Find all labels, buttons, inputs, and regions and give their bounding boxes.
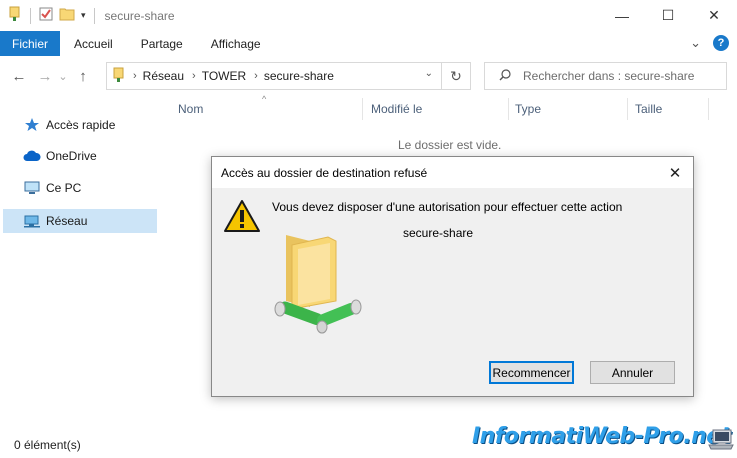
computer-icon xyxy=(23,180,41,196)
help-icon[interactable]: ? xyxy=(713,35,729,51)
network-icon xyxy=(23,213,41,229)
back-button[interactable]: ← xyxy=(8,68,30,85)
checkbox-properties-icon[interactable] xyxy=(39,7,53,24)
ribbon-tabs: Fichier Accueil Partage Affichage ⌄ ? xyxy=(0,31,737,56)
sidebar-item-label: OneDrive xyxy=(46,149,97,163)
column-header-name[interactable]: Nom xyxy=(178,102,203,116)
cancel-button[interactable]: Annuler xyxy=(590,361,675,384)
up-button[interactable]: ↑ xyxy=(72,68,94,85)
column-divider[interactable] xyxy=(708,98,709,120)
maximize-button[interactable]: ☐ xyxy=(645,0,691,31)
tab-file[interactable]: Fichier xyxy=(0,31,61,56)
navigation-bar: ← → ⌄ ↑ › Réseau › TOWER › secure-share … xyxy=(0,56,737,96)
sort-indicator-icon: ^ xyxy=(262,94,267,104)
breadcrumb-tower[interactable]: TOWER xyxy=(202,69,246,83)
retry-button[interactable]: Recommencer xyxy=(489,361,574,384)
breadcrumb-secure-share[interactable]: secure-share xyxy=(264,69,334,83)
navigation-pane: Accès rapide OneDrive Ce PC Réseau xyxy=(0,96,160,436)
sidebar-item-this-pc[interactable]: Ce PC xyxy=(3,176,157,200)
refresh-button[interactable]: ↻ xyxy=(442,62,471,90)
tab-share[interactable]: Partage xyxy=(127,31,197,56)
column-header-type[interactable]: Type xyxy=(515,102,541,116)
expand-ribbon-icon[interactable]: ⌄ xyxy=(690,35,701,51)
column-header-modified[interactable]: Modifié le xyxy=(371,102,422,116)
search-icon xyxy=(499,68,511,84)
tab-home[interactable]: Accueil xyxy=(60,31,127,56)
watermark-text: InformatiWeb-Pro.net xyxy=(472,424,731,449)
column-header-size[interactable]: Taille xyxy=(635,102,662,116)
column-divider[interactable] xyxy=(627,98,628,120)
laptop-logo-icon xyxy=(707,428,735,455)
dialog-close-button[interactable]: ✕ xyxy=(657,157,693,188)
toolbar-divider xyxy=(93,7,95,24)
access-denied-dialog: Accès au dossier de destination refusé ✕… xyxy=(211,156,694,397)
breadcrumb-separator: › xyxy=(254,70,258,82)
sidebar-item-quick-access[interactable]: Accès rapide xyxy=(3,113,157,137)
cloud-icon xyxy=(23,148,41,164)
empty-folder-message: Le dossier est vide. xyxy=(398,138,502,152)
network-folder-icon xyxy=(113,67,125,86)
toolbar-divider xyxy=(30,7,31,24)
warning-icon xyxy=(223,199,261,236)
column-divider[interactable] xyxy=(362,98,363,120)
properties-icon[interactable] xyxy=(8,6,22,25)
network-share-icon xyxy=(270,229,370,347)
sidebar-item-label: Accès rapide xyxy=(46,118,116,132)
ribbon-right-controls: ⌄ ? xyxy=(690,35,729,51)
column-headers: ^ Nom Modifié le Type Taille xyxy=(170,94,710,123)
column-divider[interactable] xyxy=(508,98,509,120)
breadcrumb-network[interactable]: Réseau xyxy=(143,69,184,83)
sidebar-item-network[interactable]: Réseau xyxy=(3,209,157,233)
window-controls: — ☐ ✕ xyxy=(599,0,737,31)
minimize-button[interactable]: — xyxy=(599,0,645,31)
star-icon xyxy=(23,117,41,133)
recent-locations-button[interactable]: ⌄ xyxy=(56,70,70,83)
breadcrumb-separator: › xyxy=(133,70,137,82)
tab-view[interactable]: Affichage xyxy=(197,31,275,56)
new-folder-icon[interactable] xyxy=(59,7,75,24)
address-bar[interactable]: › Réseau › TOWER › secure-share ⌄ xyxy=(106,62,442,90)
sidebar-item-label: Ce PC xyxy=(46,181,82,195)
sidebar-item-onedrive[interactable]: OneDrive xyxy=(3,144,157,168)
search-input[interactable]: Rechercher dans : secure-share xyxy=(484,62,727,90)
title-bar: ▾ secure-share — ☐ ✕ xyxy=(0,0,737,31)
address-dropdown-icon[interactable]: ⌄ xyxy=(425,68,433,79)
close-window-button[interactable]: ✕ xyxy=(691,0,737,31)
sidebar-item-label: Réseau xyxy=(46,214,88,228)
dialog-share-name: secure-share xyxy=(403,226,474,240)
forward-button[interactable]: → xyxy=(34,68,56,85)
search-placeholder: Rechercher dans : secure-share xyxy=(523,69,695,83)
quick-access-toolbar: ▾ xyxy=(8,6,97,25)
dialog-title: Accès au dossier de destination refusé xyxy=(212,157,693,188)
status-item-count: 0 élément(s) xyxy=(14,438,81,452)
dialog-message: Vous devez disposer d'une autorisation p… xyxy=(272,200,623,214)
window-title: secure-share xyxy=(104,8,175,23)
customize-toolbar-icon[interactable]: ▾ xyxy=(81,10,86,21)
breadcrumb-separator: › xyxy=(192,70,196,82)
